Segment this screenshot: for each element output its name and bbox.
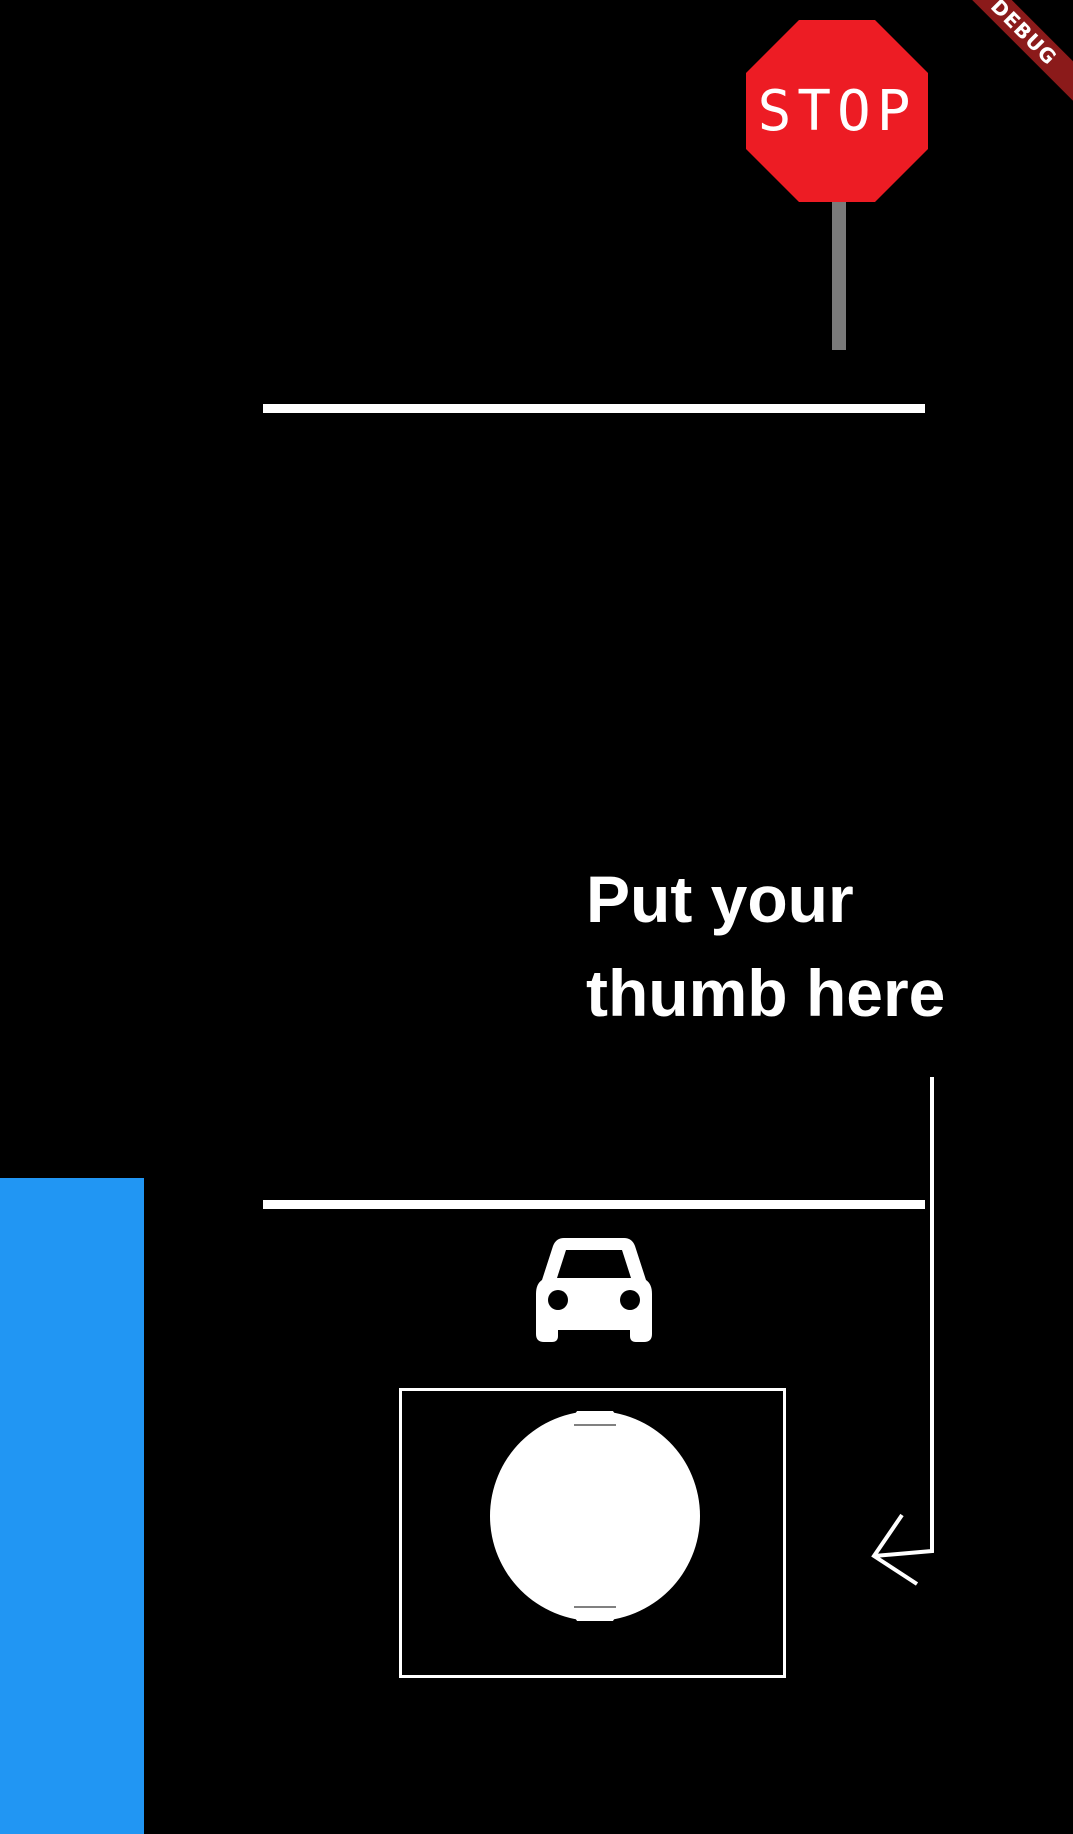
stop-sign-text: STOP — [757, 78, 917, 144]
instruction-line-2: thumb here — [586, 956, 946, 1030]
stop-sign: STOP — [746, 20, 928, 202]
car-icon — [536, 1238, 652, 1344]
debug-banner: DEBUG — [953, 0, 1073, 120]
instruction-text: Put your thumb here — [586, 852, 1006, 1040]
thumb-target-area[interactable] — [399, 1388, 786, 1678]
debug-label: DEBUG — [953, 0, 1073, 110]
arrow-pointing-left-icon — [860, 1075, 940, 1595]
thumb-circle-icon[interactable] — [490, 1403, 700, 1629]
stop-sign-pole — [832, 195, 846, 350]
road-line-top — [263, 404, 925, 413]
road-line-bottom — [263, 1200, 925, 1209]
instruction-line-1: Put your — [586, 862, 854, 936]
blue-bar — [0, 1178, 144, 1834]
